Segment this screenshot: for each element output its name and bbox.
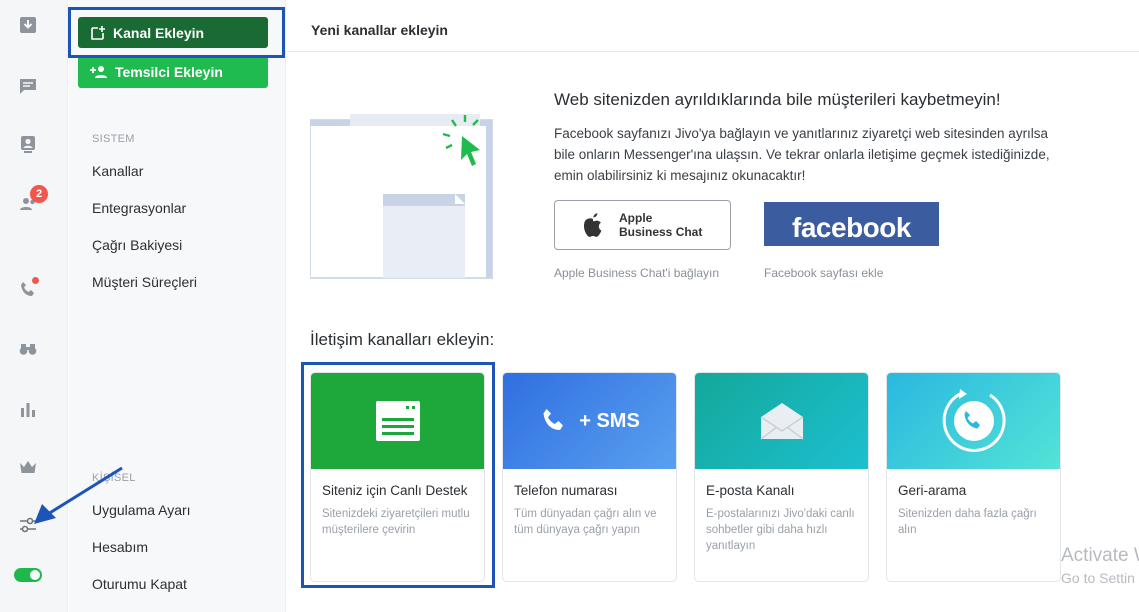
system-section-label: SISTEM xyxy=(92,133,135,145)
page-header: Yeni kanallar ekleyin xyxy=(287,0,1139,52)
promo-title: Web sitenizden ayrıldıklarında bile müşt… xyxy=(554,90,1001,109)
browser-illustration xyxy=(310,114,493,279)
page-title: Yeni kanallar ekleyin xyxy=(311,22,448,38)
card-description: E-postalarınızı Jivo'daki canlı sohbetle… xyxy=(706,508,855,552)
sms-label: + SMS xyxy=(579,409,640,432)
menu-item-call-balance[interactable]: Çağrı Bakiyesi xyxy=(92,237,182,253)
phone-icon xyxy=(543,409,564,430)
download-icon[interactable] xyxy=(16,13,40,37)
card-description: Tüm dünyadan çağrı alın ve tüm dünyaya ç… xyxy=(514,508,657,536)
channel-card-email[interactable]: E-posta Kanalı E-postalarınızı Jivo'daki… xyxy=(694,372,869,582)
menu-item-my-account[interactable]: Hesabım xyxy=(92,539,148,555)
stats-icon[interactable] xyxy=(16,397,40,421)
highlight-box-add-channel xyxy=(68,7,285,58)
chat-icon[interactable] xyxy=(16,74,40,98)
menu-item-logout[interactable]: Oturumu Kapat xyxy=(92,576,187,592)
apple-icon xyxy=(583,213,602,237)
status-toggle[interactable] xyxy=(14,568,42,582)
notification-badge: 2 xyxy=(30,185,48,203)
apple-caption: Apple Business Chat'i bağlayın xyxy=(554,266,720,280)
card-title: Telefon numarası xyxy=(514,483,618,498)
add-agent-button[interactable]: Temsilci Ekleyin xyxy=(78,56,268,88)
channel-card-phone[interactable]: + SMS Telefon numarası Tüm dünyadan çağr… xyxy=(502,372,677,582)
menu-item-integrations[interactable]: Entegrasyonlar xyxy=(92,200,186,216)
menu-item-channels[interactable]: Kanallar xyxy=(92,163,143,179)
highlight-box-live-chat xyxy=(301,362,495,588)
facebook-caption: Facebook sayfası ekle xyxy=(764,266,884,280)
phone-alert-dot xyxy=(32,277,39,284)
add-agent-label: Temsilci Ekleyin xyxy=(115,64,223,80)
apple-button-label: Apple Business Chat xyxy=(619,211,702,239)
channels-heading: İletişim kanalları ekleyin: xyxy=(310,330,495,349)
binoculars-icon[interactable] xyxy=(16,337,40,361)
card-description: Sitenizden daha fazla çağrı alın xyxy=(898,508,1037,536)
promo-text: Facebook sayfanızı Jivo'ya bağlayın ve y… xyxy=(554,126,1050,183)
facebook-button[interactable]: facebook xyxy=(764,202,939,246)
contacts-icon[interactable] xyxy=(16,132,40,156)
card-header xyxy=(695,373,868,469)
annotation-arrow xyxy=(34,466,123,524)
channel-card-callback[interactable]: Geri-arama Sitenizden daha fazla çağrı a… xyxy=(886,372,1061,582)
menu-item-customer-processes[interactable]: Müşteri Süreçleri xyxy=(92,274,197,290)
callback-icon xyxy=(942,389,1006,452)
apple-label-line2: Business Chat xyxy=(619,225,703,239)
apple-label-line1: Apple xyxy=(619,211,653,225)
card-header xyxy=(887,373,1060,469)
card-header: + SMS xyxy=(503,373,676,469)
add-user-icon xyxy=(90,66,107,78)
activate-windows-title: Activate W xyxy=(1061,545,1139,566)
activate-windows-subtitle: Go to Settin xyxy=(1061,570,1135,586)
apple-business-chat-button[interactable]: Apple Business Chat xyxy=(554,200,731,250)
envelope-icon xyxy=(760,403,803,440)
card-title: Geri-arama xyxy=(898,483,967,498)
card-title: E-posta Kanalı xyxy=(706,483,795,498)
